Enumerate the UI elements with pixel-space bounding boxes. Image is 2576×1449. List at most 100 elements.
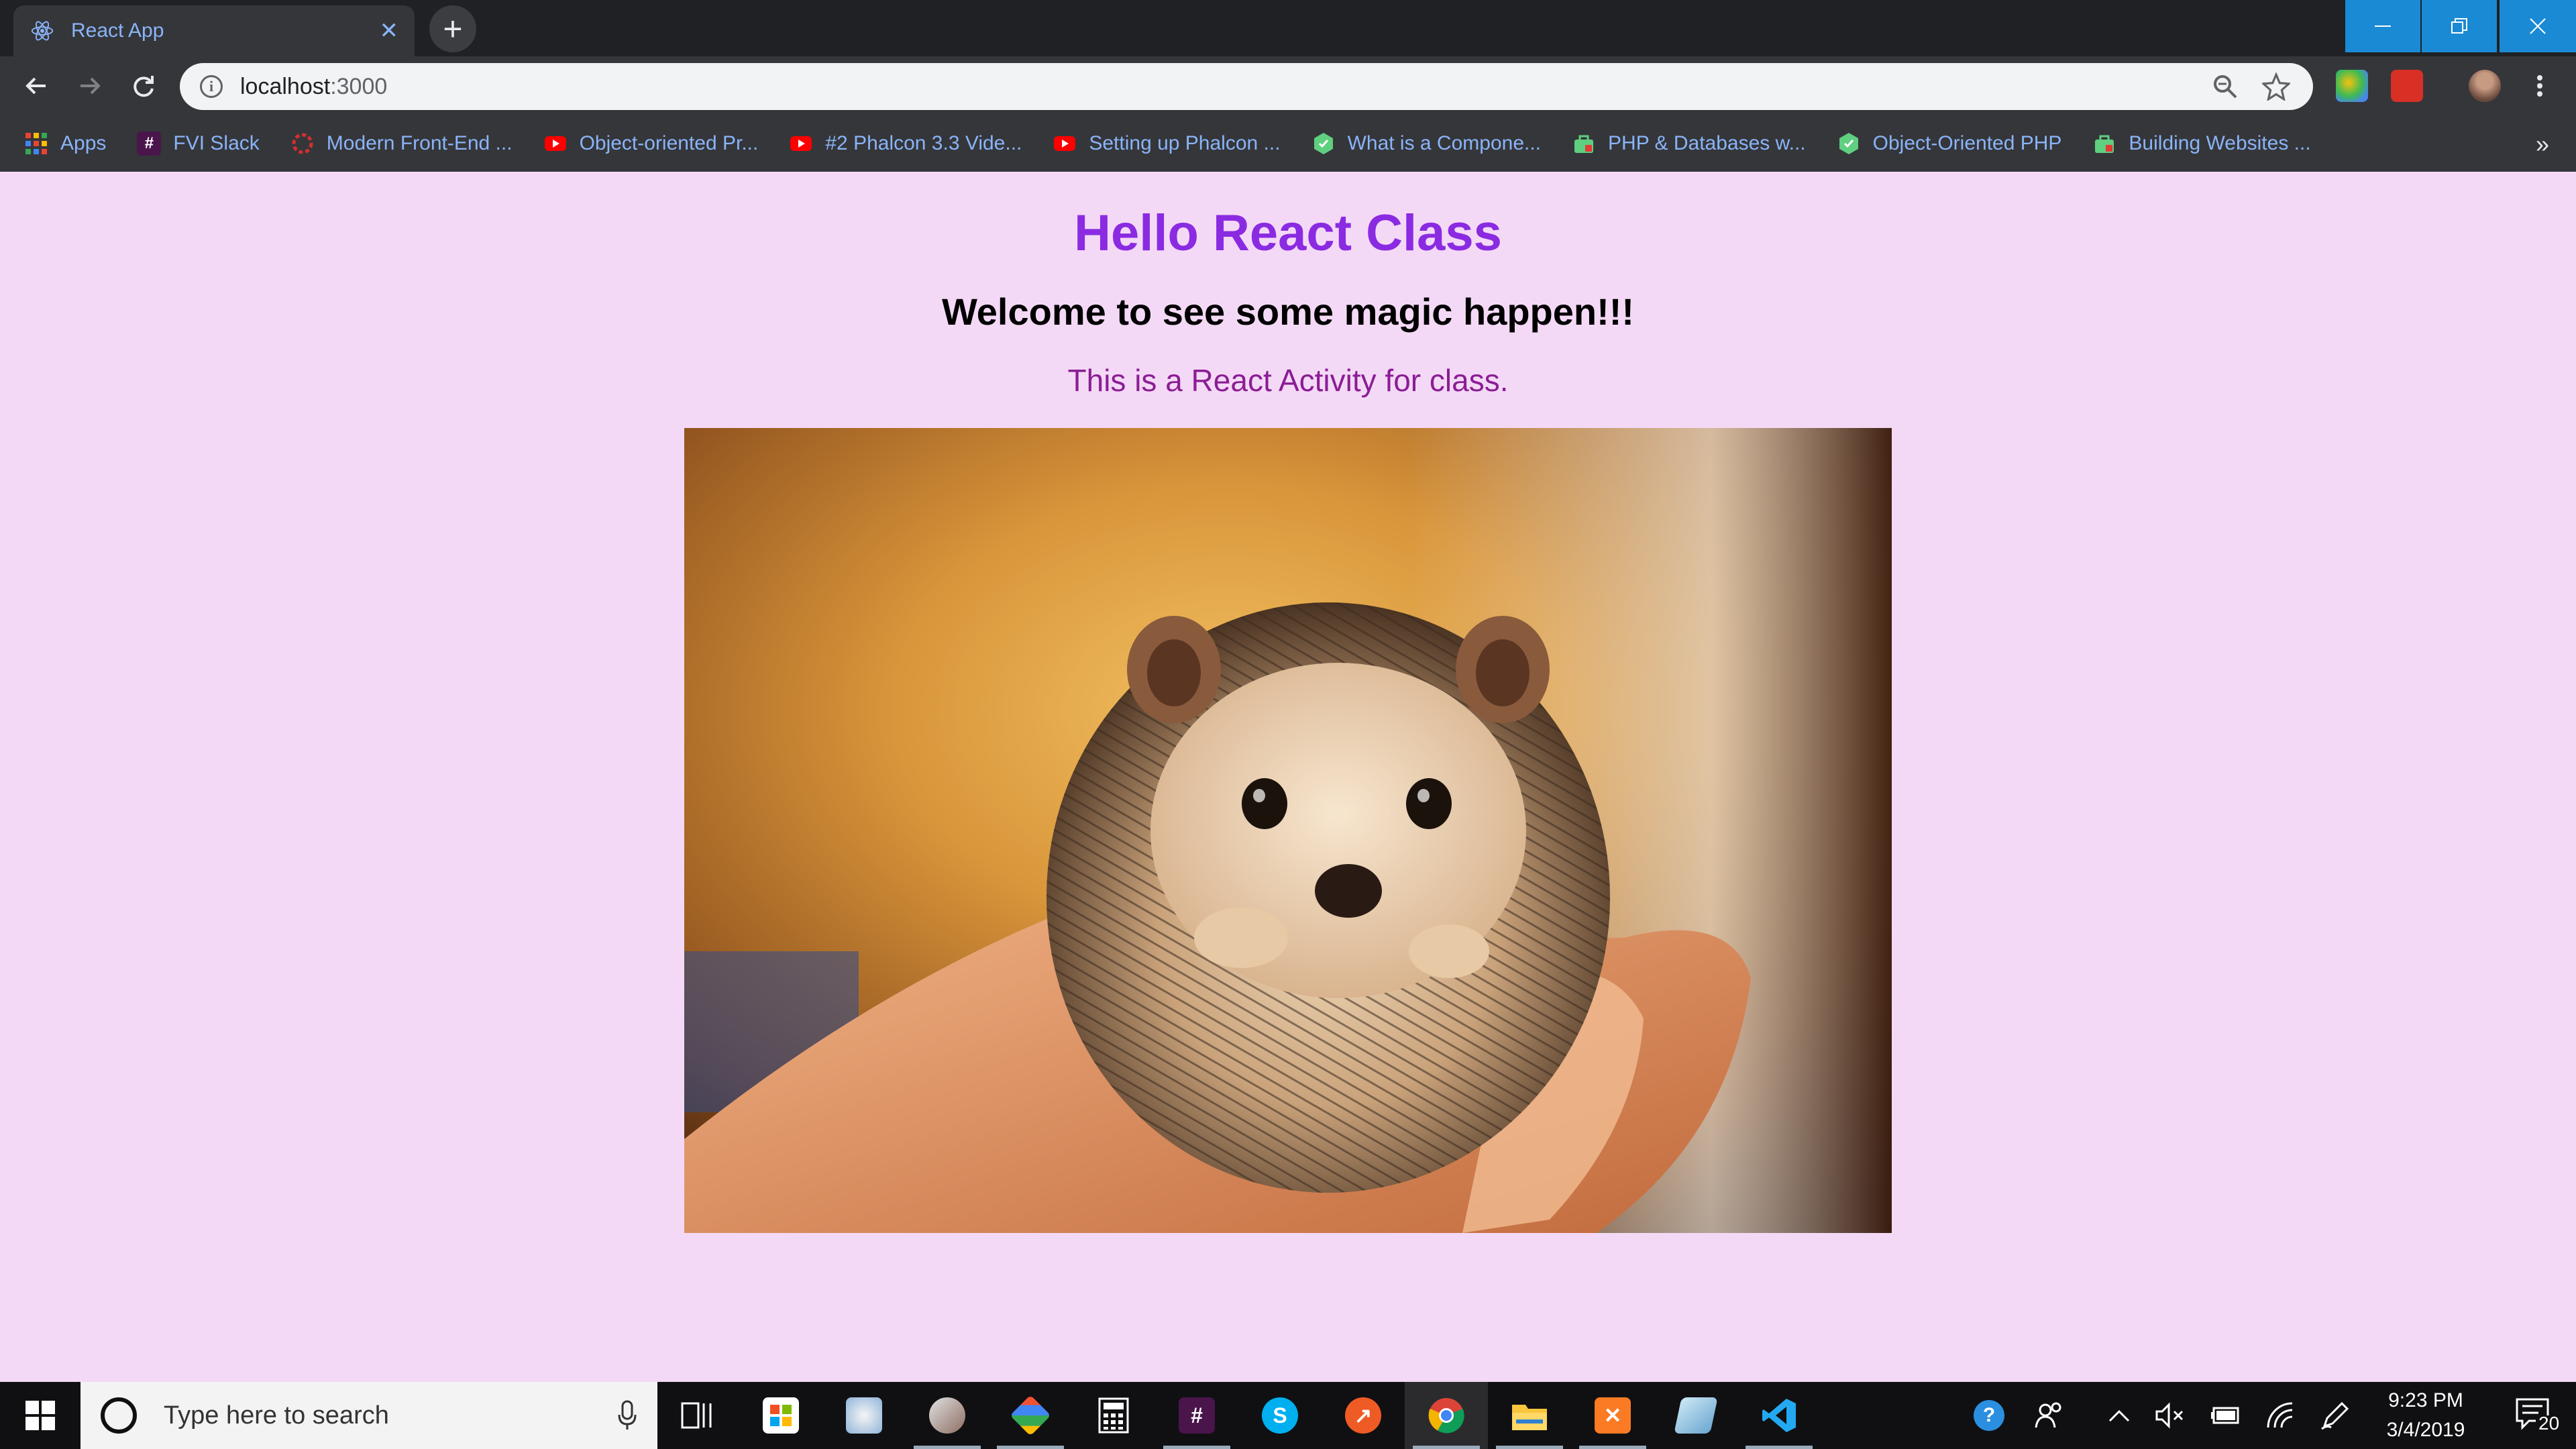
zoom-icon[interactable] [2208, 70, 2242, 103]
bookmark-item[interactable]: #2 Phalcon 3.3 Vide... [789, 131, 1022, 156]
running-indicator [914, 1446, 981, 1449]
bookmarks-overflow-button[interactable]: » [2536, 130, 2549, 158]
taskbar-search[interactable]: Type here to search [80, 1382, 657, 1449]
wifi-icon [2267, 1402, 2293, 1428]
store-icon [763, 1397, 799, 1434]
pen-icon [2321, 1401, 2349, 1430]
bookmark-item[interactable]: Setting up Phalcon ... [1053, 131, 1281, 156]
new-tab-button[interactable]: + [429, 5, 476, 52]
brush-icon [929, 1397, 965, 1434]
taskbar-app-slack[interactable]: # [1155, 1382, 1238, 1449]
task-view-button[interactable] [656, 1382, 739, 1449]
hash-icon: # [137, 131, 162, 156]
bookmark-label: Setting up Phalcon ... [1089, 132, 1281, 154]
url-port: :3000 [330, 73, 388, 99]
restore-button[interactable] [2422, 0, 2497, 52]
taskbar-app-calculator[interactable] [1072, 1382, 1155, 1449]
treehouse-bag-icon [1574, 135, 1594, 153]
plus-icon: + [443, 10, 463, 48]
volume-tray-button[interactable] [2147, 1382, 2194, 1449]
battery-tray-button[interactable] [2202, 1382, 2249, 1449]
extension-icon[interactable] [2336, 70, 2368, 102]
network-tray-button[interactable] [2257, 1382, 2304, 1449]
bookmark-item[interactable]: What is a Compone... [1311, 131, 1541, 156]
taskbar-app-notepad[interactable] [1654, 1382, 1737, 1449]
bookmark-item[interactable]: PHP & Databases w... [1572, 131, 1806, 156]
search-placeholder: Type here to search [164, 1401, 389, 1430]
bookmark-label: Apps [60, 132, 107, 154]
close-icon [2530, 18, 2546, 34]
bookmark-label: Object-oriented Pr... [579, 132, 759, 154]
bookmarks-bar: Apps # FVI Slack Modern Front-End ... Ob… [0, 115, 2576, 172]
bookmark-item[interactable]: Modern Front-End ... [290, 131, 513, 156]
start-button[interactable] [0, 1382, 80, 1449]
taskbar-app-xampp[interactable]: ✕ [1571, 1382, 1654, 1449]
minimize-icon [2375, 25, 2391, 27]
reload-icon [133, 76, 154, 97]
page-title: Hello React Class [1074, 205, 1502, 262]
mute-icon [2155, 1402, 2184, 1429]
bookmark-item[interactable]: Object-oriented Pr... [543, 131, 759, 156]
browser-tab-strip: React App ✕ + [0, 0, 2576, 56]
taskbar-app-store[interactable] [739, 1382, 822, 1449]
vscode-icon [1762, 1399, 1796, 1432]
youtube-icon [1054, 136, 1076, 151]
window-close-button[interactable] [2500, 0, 2576, 52]
gear-red-icon [292, 133, 313, 154]
arrow-right-icon [80, 77, 101, 95]
kebab-menu-icon [2537, 75, 2542, 97]
paint-icon [846, 1397, 882, 1434]
action-center-button[interactable]: 20 [2496, 1382, 2576, 1449]
address-bar[interactable]: i localhost:3000 [180, 63, 2313, 110]
bookmark-item[interactable]: Apps [24, 131, 106, 156]
bookmark-item[interactable]: # FVI Slack [137, 131, 260, 156]
windows-icon [25, 1401, 55, 1430]
running-indicator [997, 1446, 1064, 1449]
browser-menu-button[interactable] [2520, 66, 2560, 106]
taskbar-app-vscode[interactable] [1737, 1382, 1821, 1449]
extension-red-icon[interactable] [2391, 70, 2423, 102]
url-host: localhost [240, 73, 331, 99]
taskbar-app-chrome[interactable] [1405, 1382, 1488, 1449]
show-hidden-icons-button[interactable] [2096, 1382, 2143, 1449]
help-tray-button[interactable]: ? [1966, 1382, 2012, 1449]
chevron-up-icon [2108, 1409, 2130, 1422]
taskbar-app-skype[interactable]: S [1238, 1382, 1322, 1449]
taskbar-app-paint[interactable] [822, 1382, 906, 1449]
cortana-icon [101, 1397, 137, 1434]
youtube-icon [544, 136, 566, 151]
close-icon[interactable]: ✕ [380, 19, 399, 42]
hedgehog-photo [684, 428, 1892, 1233]
treehouse-icon [1313, 133, 1333, 154]
forward-button[interactable] [70, 66, 110, 106]
bookmark-item[interactable]: Building Websites ... [2092, 131, 2311, 156]
taskbar-app-postman[interactable]: ↗ [1322, 1382, 1405, 1449]
running-indicator [1579, 1446, 1646, 1449]
running-indicator [1163, 1446, 1230, 1449]
taskbar-app-brush[interactable] [906, 1382, 989, 1449]
taskbar-app-git[interactable] [989, 1382, 1072, 1449]
reload-button[interactable] [123, 66, 164, 106]
bookmark-label: FVI Slack [173, 132, 260, 154]
back-button[interactable] [16, 66, 56, 106]
avatar[interactable] [2469, 70, 2501, 102]
star-icon[interactable] [2259, 70, 2293, 103]
microphone-icon[interactable] [617, 1400, 637, 1431]
people-icon [2035, 1402, 2061, 1428]
battery-icon [2211, 1407, 2239, 1424]
bookmark-label: Modern Front-End ... [326, 132, 513, 154]
pen-tray-button[interactable] [2312, 1382, 2359, 1449]
treehouse-bag-icon [2095, 135, 2114, 153]
skype-icon: S [1262, 1397, 1298, 1434]
page-paragraph: This is a React Activity for class. [1067, 363, 1509, 398]
people-tray-button[interactable] [2026, 1382, 2073, 1449]
arrow-left-icon [25, 77, 46, 95]
bookmark-item[interactable]: Object-Oriented PHP [1837, 131, 2061, 156]
tab-react-app[interactable]: React App ✕ [13, 5, 415, 56]
minimize-button[interactable] [2345, 0, 2420, 52]
restore-icon [2451, 18, 2467, 34]
taskbar-app-file-explorer[interactable] [1488, 1382, 1571, 1449]
file-explorer-icon [1512, 1405, 1547, 1430]
taskbar-clock[interactable]: 9:23 PM 3/4/2019 [2359, 1382, 2493, 1449]
info-icon[interactable]: i [200, 75, 223, 98]
